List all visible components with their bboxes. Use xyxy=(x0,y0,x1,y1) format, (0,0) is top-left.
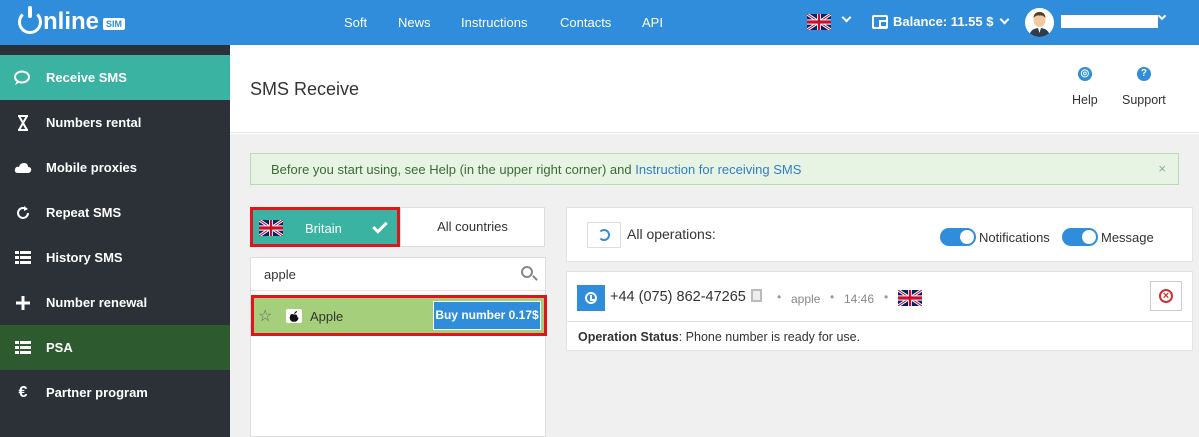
nav-api[interactable]: API xyxy=(642,15,663,30)
status-label: Operation Status xyxy=(578,330,679,344)
star-icon[interactable]: ☆ xyxy=(258,306,272,326)
avatar[interactable] xyxy=(1025,8,1054,37)
operation-time: 14:46 xyxy=(844,292,875,306)
message-label: Message xyxy=(1101,230,1154,245)
info-alert: Before you start using, see Help (in the… xyxy=(250,153,1179,185)
main-content: Before you start using, see Help (in the… xyxy=(230,134,1199,437)
checkmark-icon xyxy=(372,218,388,234)
euro-icon: € xyxy=(18,383,28,401)
separator-dot: • xyxy=(884,290,889,304)
list-icon xyxy=(14,249,32,267)
notifications-toggle[interactable] xyxy=(940,228,976,246)
operation-card: +44 (075) 862-47265 • apple • 14:46 • × … xyxy=(566,271,1193,351)
search-icon[interactable] xyxy=(521,266,533,278)
refresh-icon xyxy=(598,229,610,241)
operations-label: All operations: xyxy=(627,226,716,242)
apple-icon xyxy=(286,309,302,323)
logo-badge: SIM xyxy=(103,18,126,30)
username-field[interactable] xyxy=(1061,15,1158,28)
sidebar-item-label: Repeat SMS xyxy=(46,205,122,220)
sidebar-item-label: PSA xyxy=(46,340,73,355)
chat-icon xyxy=(14,69,32,87)
separator-dot: • xyxy=(830,290,835,304)
uk-flag-icon xyxy=(259,220,283,236)
alert-text: Before you start using, see Help (in the… xyxy=(271,162,636,177)
page-header: SMS Receive ◎ Help ? Support xyxy=(230,45,1199,133)
wallet-icon xyxy=(872,14,888,29)
sidebar-item-partner-program[interactable]: € Partner program xyxy=(0,370,230,415)
buy-number-button[interactable]: Buy number 0.17$ xyxy=(433,301,541,330)
notifications-label: Notifications xyxy=(979,230,1050,245)
sidebar-item-label: Mobile proxies xyxy=(46,160,138,175)
operation-service: apple xyxy=(791,292,821,306)
country-label: Britain xyxy=(305,221,342,236)
sidebar-item-label: Number renewal xyxy=(46,295,148,310)
power-icon xyxy=(18,6,42,34)
operation-header: +44 (075) 862-47265 • apple • 14:46 • × xyxy=(567,272,1192,322)
help-button[interactable]: ◎ Help xyxy=(1072,67,1098,107)
sidebar-item-label: History SMS xyxy=(46,250,123,265)
balance-text: Balance: 11.55 $ xyxy=(893,14,994,29)
uk-flag-icon xyxy=(807,13,831,30)
nav-instructions[interactable]: Instructions xyxy=(461,15,527,30)
sidebar-item-history-sms[interactable]: History SMS xyxy=(0,235,230,280)
search-input[interactable] xyxy=(251,258,511,290)
top-bar: nline SIM Soft News Instructions Contact… xyxy=(0,0,1199,45)
country-tab-britain[interactable]: Britain xyxy=(250,207,400,247)
chevron-down-icon xyxy=(1000,14,1010,25)
page-title: SMS Receive xyxy=(250,79,360,99)
support-button[interactable]: ? Support xyxy=(1122,67,1166,107)
sidebar-item-label: Receive SMS xyxy=(46,70,127,85)
list-icon xyxy=(14,339,32,357)
balance[interactable]: Balance: 11.55 $ xyxy=(872,14,1010,29)
support-label: Support xyxy=(1122,93,1166,107)
globe-icon: ◎ xyxy=(1077,67,1092,81)
country-tab-all[interactable]: All countries xyxy=(400,207,545,247)
sidebar-item-number-renewal[interactable]: Number renewal xyxy=(0,280,230,325)
country-service-panel: Britain All countries ☆ Apple Buy number… xyxy=(250,207,547,437)
refresh-button[interactable] xyxy=(587,222,621,248)
sidebar-item-psa[interactable]: PSA xyxy=(0,325,230,370)
help-label: Help xyxy=(1072,93,1098,107)
sidebar-item-numbers-rental[interactable]: Numbers rental xyxy=(0,100,230,145)
close-circle-icon: × xyxy=(1159,289,1173,303)
operations-toolbar: All operations: Notifications Message xyxy=(566,207,1193,262)
language-selector[interactable] xyxy=(807,13,831,30)
service-row-apple[interactable]: ☆ Apple Buy number 0.17$ xyxy=(251,295,547,336)
plus-icon xyxy=(14,294,32,312)
cancel-operation-button[interactable]: × xyxy=(1150,281,1182,311)
separator-dot: • xyxy=(777,290,782,304)
clock-icon xyxy=(585,292,597,304)
chevron-down-icon[interactable] xyxy=(841,12,852,23)
nav-contacts[interactable]: Contacts xyxy=(560,15,611,30)
service-list: ☆ Apple Buy number 0.17$ xyxy=(250,257,547,437)
question-icon: ? xyxy=(1136,67,1151,81)
operation-status: Operation Status: Phone number is ready … xyxy=(578,330,860,344)
nav-soft[interactable]: Soft xyxy=(344,15,367,30)
logo[interactable]: nline SIM xyxy=(18,6,126,37)
cloud-icon xyxy=(14,159,32,177)
phone-number[interactable]: +44 (075) 862-47265 xyxy=(610,289,746,305)
service-search xyxy=(251,258,545,291)
nav-news[interactable]: News xyxy=(398,15,431,30)
repeat-icon xyxy=(14,204,32,222)
status-text: : Phone number is ready for use. xyxy=(678,330,861,344)
sidebar-item-repeat-sms[interactable]: Repeat SMS xyxy=(0,190,230,235)
close-icon[interactable]: × xyxy=(1158,161,1166,176)
instruction-link[interactable]: Instruction for receiving SMS xyxy=(635,162,801,177)
copy-icon[interactable] xyxy=(751,289,762,302)
logo-text: nline xyxy=(43,8,100,35)
timer-button[interactable] xyxy=(577,285,605,311)
sidebar-item-label: Partner program xyxy=(46,385,148,400)
uk-flag-icon xyxy=(898,290,922,306)
sidebar: Receive SMS Numbers rental Mobile proxie… xyxy=(0,45,230,437)
sidebar-item-mobile-proxies[interactable]: Mobile proxies xyxy=(0,145,230,190)
chevron-down-icon[interactable] xyxy=(1157,11,1167,21)
sidebar-item-receive-sms[interactable]: Receive SMS xyxy=(0,55,230,100)
message-toggle[interactable] xyxy=(1062,228,1098,246)
sidebar-item-label: Numbers rental xyxy=(46,115,142,130)
user-avatar-icon xyxy=(1025,8,1054,37)
hourglass-icon xyxy=(14,114,32,132)
service-name: Apple xyxy=(310,309,344,324)
